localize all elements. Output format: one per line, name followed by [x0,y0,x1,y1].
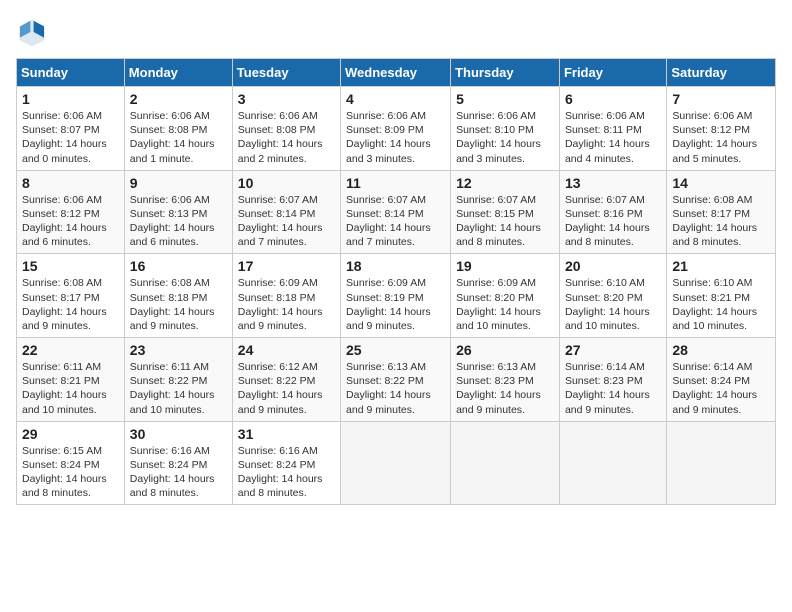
day-header-sunday: Sunday [17,59,125,87]
empty-cell [451,421,560,505]
day-30: 30Sunrise: 6:16 AMSunset: 8:24 PMDayligh… [124,421,232,505]
day-16: 16Sunrise: 6:08 AMSunset: 8:18 PMDayligh… [124,254,232,338]
day-14: 14Sunrise: 6:08 AMSunset: 8:17 PMDayligh… [667,170,776,254]
day-11: 11Sunrise: 6:07 AMSunset: 8:14 PMDayligh… [341,170,451,254]
empty-cell [559,421,666,505]
day-2: 2Sunrise: 6:06 AMSunset: 8:08 PMDaylight… [124,87,232,171]
logo [16,16,52,48]
day-6: 6Sunrise: 6:06 AMSunset: 8:11 PMDaylight… [559,87,666,171]
day-header-thursday: Thursday [451,59,560,87]
day-13: 13Sunrise: 6:07 AMSunset: 8:16 PMDayligh… [559,170,666,254]
day-31: 31Sunrise: 6:16 AMSunset: 8:24 PMDayligh… [232,421,340,505]
day-7: 7Sunrise: 6:06 AMSunset: 8:12 PMDaylight… [667,87,776,171]
day-header-monday: Monday [124,59,232,87]
calendar: SundayMondayTuesdayWednesdayThursdayFrid… [16,58,776,505]
day-21: 21Sunrise: 6:10 AMSunset: 8:21 PMDayligh… [667,254,776,338]
day-1: 1 Sunrise: 6:06 AMSunset: 8:07 PMDaylight… [17,87,125,171]
day-info: Sunrise: 6:06 AMSunset: 8:07 PMDaylight:… [22,110,107,165]
day-header-friday: Friday [559,59,666,87]
day-header-tuesday: Tuesday [232,59,340,87]
empty-cell [341,421,451,505]
day-19: 19Sunrise: 6:09 AMSunset: 8:20 PMDayligh… [451,254,560,338]
day-17: 17Sunrise: 6:09 AMSunset: 8:18 PMDayligh… [232,254,340,338]
day-25: 25Sunrise: 6:13 AMSunset: 8:22 PMDayligh… [341,338,451,422]
day-12: 12Sunrise: 6:07 AMSunset: 8:15 PMDayligh… [451,170,560,254]
day-5: 5Sunrise: 6:06 AMSunset: 8:10 PMDaylight… [451,87,560,171]
day-number: 1 [22,91,119,107]
day-22: 22Sunrise: 6:11 AMSunset: 8:21 PMDayligh… [17,338,125,422]
day-24: 24Sunrise: 6:12 AMSunset: 8:22 PMDayligh… [232,338,340,422]
empty-cell [667,421,776,505]
day-27: 27Sunrise: 6:14 AMSunset: 8:23 PMDayligh… [559,338,666,422]
day-18: 18Sunrise: 6:09 AMSunset: 8:19 PMDayligh… [341,254,451,338]
day-10: 10Sunrise: 6:07 AMSunset: 8:14 PMDayligh… [232,170,340,254]
day-header-saturday: Saturday [667,59,776,87]
day-23: 23Sunrise: 6:11 AMSunset: 8:22 PMDayligh… [124,338,232,422]
day-15: 15Sunrise: 6:08 AMSunset: 8:17 PMDayligh… [17,254,125,338]
header [16,16,776,48]
day-header-wednesday: Wednesday [341,59,451,87]
day-28: 28Sunrise: 6:14 AMSunset: 8:24 PMDayligh… [667,338,776,422]
day-8: 8Sunrise: 6:06 AMSunset: 8:12 PMDaylight… [17,170,125,254]
day-29: 29Sunrise: 6:15 AMSunset: 8:24 PMDayligh… [17,421,125,505]
day-20: 20Sunrise: 6:10 AMSunset: 8:20 PMDayligh… [559,254,666,338]
day-4: 4Sunrise: 6:06 AMSunset: 8:09 PMDaylight… [341,87,451,171]
day-26: 26Sunrise: 6:13 AMSunset: 8:23 PMDayligh… [451,338,560,422]
logo-icon [16,16,48,48]
day-3: 3Sunrise: 6:06 AMSunset: 8:08 PMDaylight… [232,87,340,171]
day-9: 9Sunrise: 6:06 AMSunset: 8:13 PMDaylight… [124,170,232,254]
